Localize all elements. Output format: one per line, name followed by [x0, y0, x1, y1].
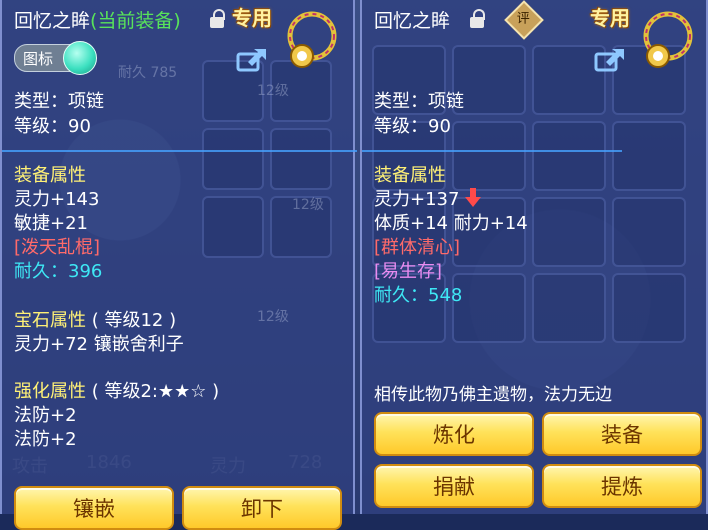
compare-equipment-panel: 回忆之眸 评 专用 类型：项链 等级：90 装备属性 灵力+137 体质+14 …	[360, 0, 708, 514]
special-skill: [易生存]	[374, 261, 443, 282]
background-item-level: 12级	[257, 83, 289, 99]
attribute-line: 体质+14 耐力+14	[374, 213, 528, 234]
gem-attributes-header: 宝石属性	[14, 310, 86, 331]
enhance-effect: 法防+2	[14, 429, 77, 450]
equipment-attributes-header: 装备属性	[14, 165, 86, 186]
item-level: 等级：90	[374, 116, 451, 137]
item-description: 相传此物乃佛主遗物，法力无边	[374, 385, 612, 405]
background-slot	[612, 121, 686, 191]
item-title: 回忆之眸	[374, 6, 450, 33]
background-item-level: 12级	[257, 309, 289, 325]
decrease-arrow-icon	[465, 188, 482, 207]
item-level: 等级：90	[14, 116, 91, 137]
donate-button[interactable]: 捐献	[374, 464, 534, 508]
section-divider	[362, 150, 622, 152]
equipped-status: (当前装备)	[90, 10, 181, 32]
icon-toggle-label: 图标	[23, 50, 54, 68]
review-badge-label: 评	[516, 11, 530, 27]
item-type: 类型：项链	[14, 91, 104, 112]
toggle-knob	[63, 41, 97, 75]
attribute-line: 灵力+143	[14, 189, 100, 210]
gem-attributes-row: 宝石属性 ( 等级12 )	[14, 309, 176, 333]
gem-effect: 灵力+72 镶嵌舍利子	[14, 334, 184, 355]
item-type: 类型：项链	[374, 91, 464, 112]
equipment-attributes-header: 装备属性	[374, 165, 446, 186]
background-slot	[202, 196, 264, 258]
extract-button[interactable]: 提炼	[542, 464, 702, 508]
gem-level: ( 等级12 )	[91, 310, 177, 331]
background-slot	[532, 197, 606, 267]
durability: 耐久：548	[374, 285, 463, 306]
enhance-attributes-row: 强化属性 ( 等级2:★★☆ )	[14, 380, 219, 404]
share-icon[interactable]	[236, 46, 268, 72]
item-name: 回忆之眸	[374, 10, 451, 32]
item-name: 回忆之眸	[14, 10, 91, 32]
lock-icon[interactable]	[470, 9, 485, 30]
background-item-level: 12级	[292, 197, 324, 213]
background-slot	[452, 121, 526, 191]
refine-button[interactable]: 炼化	[374, 412, 534, 456]
background-slot	[532, 273, 606, 343]
equip-button[interactable]: 装备	[542, 412, 702, 456]
current-equipment-panel: 12级 12级 12级 耐久 785 回忆之眸(当前装备) 专用 图标 类型：项…	[0, 0, 357, 530]
necklace-item-icon	[287, 11, 337, 68]
lock-icon[interactable]	[210, 9, 225, 30]
background-slot	[532, 121, 606, 191]
attribute-line: 灵力+137	[374, 188, 482, 212]
enhance-attributes-header: 强化属性	[14, 381, 86, 402]
enhance-level: ( 等级2:★★☆ )	[91, 381, 220, 402]
attribute-spirit: 灵力+137	[374, 189, 460, 210]
enhance-effect: 法防+2	[14, 405, 77, 426]
exclusive-label: 专用	[590, 6, 630, 30]
share-icon[interactable]	[594, 46, 626, 72]
unequip-button[interactable]: 卸下	[182, 486, 342, 530]
necklace-item-icon	[643, 11, 693, 68]
exclusive-label: 专用	[232, 6, 272, 30]
background-slot	[270, 128, 332, 190]
background-slot	[202, 128, 264, 190]
background-slot	[612, 273, 686, 343]
background-slot	[612, 197, 686, 267]
special-effect: [群体清心]	[374, 237, 461, 258]
attribute-line: 敏捷+21	[14, 213, 88, 234]
background-item-durability: 耐久 785	[118, 65, 178, 81]
inlay-button[interactable]: 镶嵌	[14, 486, 174, 530]
review-badge[interactable]: 评	[504, 0, 544, 40]
section-divider	[2, 150, 357, 152]
icon-toggle[interactable]: 图标	[14, 41, 97, 75]
item-title: 回忆之眸(当前装备)	[14, 6, 181, 33]
background-slot	[452, 273, 526, 343]
special-skill: [泼天乱棍]	[14, 237, 101, 258]
durability: 耐久：396	[14, 261, 103, 282]
